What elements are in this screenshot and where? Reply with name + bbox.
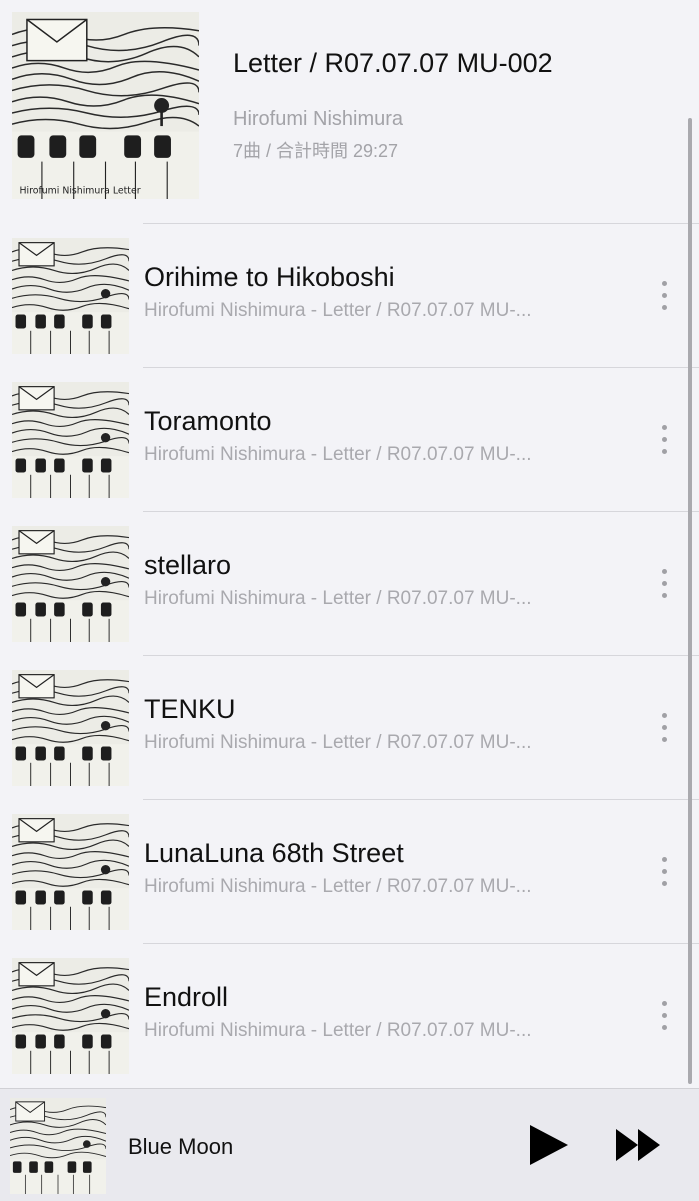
track-subtitle: Hirofumi Nishimura - Letter / R07.07.07 … [144, 300, 532, 321]
more-options-icon[interactable] [652, 852, 678, 892]
track-title: TENKU [144, 694, 236, 724]
album-art-text: Hirofumi Nishimura Letter [19, 185, 140, 196]
track-artwork [12, 958, 129, 1074]
track-row[interactable]: LunaLuna 68th Street Hirofumi Nishimura … [0, 800, 699, 944]
track-title: Endroll [144, 982, 229, 1012]
more-options-icon[interactable] [652, 276, 678, 316]
album-track-count-duration: 7曲 / 合計時間 29:27 [233, 141, 399, 161]
now-playing-title: Blue Moon [128, 1134, 234, 1159]
more-options-icon[interactable] [652, 564, 678, 604]
track-artwork [12, 526, 129, 642]
track-row[interactable]: TENKU Hirofumi Nishimura - Letter / R07.… [0, 656, 699, 800]
fast-forward-icon[interactable] [612, 1125, 664, 1165]
track-title: LunaLuna 68th Street [144, 838, 404, 868]
track-artwork [12, 814, 129, 930]
album-title: Letter / R07.07.07 MU-002 [233, 48, 553, 78]
track-artwork [12, 670, 129, 786]
track-subtitle: Hirofumi Nishimura - Letter / R07.07.07 … [144, 1020, 532, 1041]
more-options-icon[interactable] [652, 708, 678, 748]
track-row[interactable]: Orihime to Hikoboshi Hirofumi Nishimura … [0, 224, 699, 368]
track-title: Orihime to Hikoboshi [144, 262, 395, 292]
track-list: Orihime to Hikoboshi Hirofumi Nishimura … [0, 224, 699, 1088]
track-subtitle: Hirofumi Nishimura - Letter / R07.07.07 … [144, 588, 532, 609]
scrollbar[interactable] [688, 118, 692, 1084]
track-subtitle: Hirofumi Nishimura - Letter / R07.07.07 … [144, 444, 532, 465]
now-playing-artwork [10, 1098, 106, 1194]
more-options-icon[interactable] [652, 996, 678, 1036]
track-row[interactable]: stellaro Hirofumi Nishimura - Letter / R… [0, 512, 699, 656]
track-subtitle: Hirofumi Nishimura - Letter / R07.07.07 … [144, 732, 532, 753]
album-header: Hirofumi Nishimura Letter Letter / R07.0… [0, 0, 699, 224]
track-row[interactable]: Endroll Hirofumi Nishimura - Letter / R0… [0, 944, 699, 1088]
album-artist[interactable]: Hirofumi Nishimura [233, 108, 403, 131]
more-options-icon[interactable] [652, 420, 678, 460]
album-artwork: Hirofumi Nishimura Letter [12, 12, 199, 199]
play-icon[interactable] [524, 1121, 572, 1169]
track-title: Toramonto [144, 406, 272, 436]
album-detail-screen: Hirofumi Nishimura Letter Letter / R07.0… [0, 0, 699, 1201]
track-row[interactable]: Toramonto Hirofumi Nishimura - Letter / … [0, 368, 699, 512]
track-artwork [12, 382, 129, 498]
track-subtitle: Hirofumi Nishimura - Letter / R07.07.07 … [144, 876, 532, 897]
track-title: stellaro [144, 550, 232, 580]
track-artwork [12, 238, 129, 354]
mini-player[interactable]: Blue Moon [0, 1088, 699, 1201]
